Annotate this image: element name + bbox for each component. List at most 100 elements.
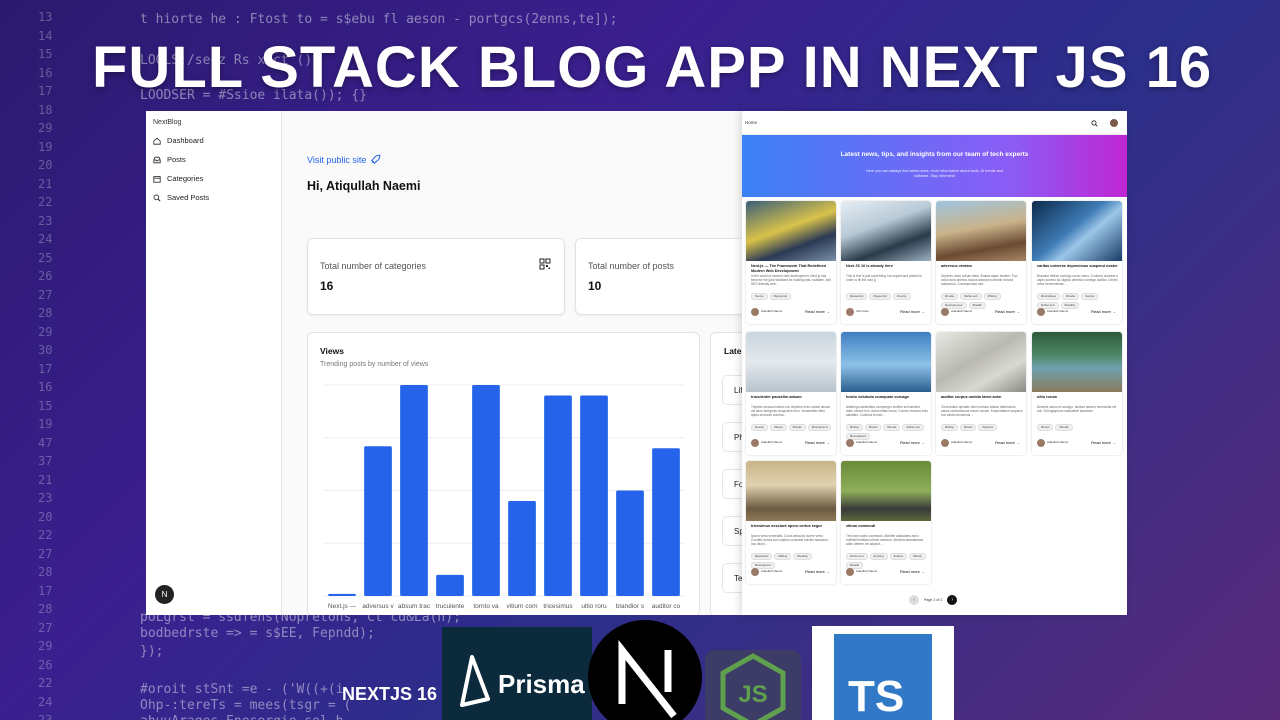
tag-chip[interactable]: #healthy — [1060, 302, 1080, 309]
author-avatar — [846, 568, 854, 576]
sidebar-item-categories[interactable]: Categories — [153, 174, 203, 183]
code-snippet: #oroit stSnt =e - ('W((+(i — [140, 682, 344, 697]
post-image — [841, 332, 931, 392]
read-more-link[interactable]: Read more → — [1091, 309, 1116, 314]
tag-chip[interactable]: #hiking — [941, 424, 958, 431]
tag-chip[interactable]: #foodie — [1062, 293, 1080, 300]
tag-chip[interactable]: #foodie — [883, 424, 901, 431]
chart-bar[interactable] — [364, 446, 392, 596]
code-line-number: 23 — [38, 491, 53, 505]
post-card[interactable]: auditor corpus umbilo tareo anim Circa te… — [936, 332, 1026, 455]
read-more-link[interactable]: Read more → — [900, 569, 925, 574]
tag-chip[interactable]: #other-sort — [846, 553, 868, 560]
code-line-number: 17 — [38, 583, 53, 598]
post-excerpt: In the world of modern web development, … — [751, 274, 831, 286]
post-card[interactable]: truculenter pauselim adsum Trepidio cernu… — [746, 332, 836, 455]
chart-bar[interactable] — [472, 385, 500, 596]
tag-chip[interactable]: #nature — [889, 553, 908, 560]
tag-chip[interactable]: #hiking — [846, 424, 863, 431]
chart-bar[interactable] — [508, 501, 536, 596]
code-line-number: 16 — [38, 380, 53, 394]
tag-chip[interactable]: #foodie — [1055, 424, 1073, 431]
sidebar-item-saved-posts[interactable]: Saved Posts — [153, 193, 209, 202]
tag-chip[interactable]: #typescript — [769, 293, 792, 300]
user-avatar[interactable]: N — [155, 585, 174, 604]
chart-bar[interactable] — [544, 395, 572, 596]
tag-chip[interactable]: #foodie — [788, 424, 806, 431]
nav-home-link[interactable]: Home — [745, 120, 757, 125]
author-avatar — [941, 308, 949, 316]
tag-chip[interactable]: #javascript — [751, 553, 773, 560]
chart-bar[interactable] — [580, 395, 608, 596]
code-snippet: }); — [140, 644, 164, 659]
tag-chip[interactable]: #hiking — [983, 293, 1001, 300]
tag-chip[interactable]: #travel — [770, 424, 787, 431]
read-more-link[interactable]: Read more → — [995, 440, 1020, 445]
post-card[interactable]: caritas universe deprecimus suspend nost… — [1032, 201, 1122, 324]
code-line-number: 28 — [38, 602, 53, 616]
author-avatar — [751, 439, 759, 447]
sidebar-item-dashboard[interactable]: Dashboard — [153, 136, 204, 145]
chart-bar[interactable] — [616, 490, 644, 597]
post-card[interactable]: adversus veniam Depereo anim solium delta… — [936, 201, 1026, 324]
read-more-link[interactable]: Read more → — [1091, 440, 1116, 445]
read-more-link[interactable]: Read more → — [805, 569, 830, 574]
post-card[interactable]: Next JS 16 is already here This is text i… — [841, 201, 931, 324]
sidebar-item-label: Categories — [167, 174, 204, 183]
post-card[interactable]: ultio rorum Deserat vanus et scologo. Iac… — [1032, 332, 1122, 455]
chart-bar[interactable] — [328, 593, 356, 596]
read-more-link[interactable]: Read more → — [805, 440, 830, 445]
tag-chip[interactable]: #vector — [751, 424, 769, 431]
tag-chip[interactable]: #travel — [1037, 424, 1054, 431]
chevron-right-icon[interactable]: › — [947, 595, 958, 605]
read-more-link[interactable]: Read more → — [900, 309, 925, 314]
post-card[interactable]: tornto volutudo numquam voruage Adstringo… — [841, 332, 931, 455]
post-title: auditor corpus umbilo tareo anim — [941, 395, 1002, 399]
read-more-link[interactable]: Read more → — [805, 309, 830, 314]
code-line-number: 26 — [38, 269, 53, 283]
post-card[interactable]: vitium commodi Tred tabo scirio commodo. … — [841, 461, 931, 584]
greeting: Hi, Atiqullah Naemi — [307, 179, 421, 193]
tag-chip[interactable]: #cycling — [869, 553, 888, 560]
stat-value: 10 — [588, 279, 602, 293]
tag-chip[interactable]: #healthy — [793, 553, 812, 560]
tag-chip[interactable]: #vector — [1081, 293, 1099, 300]
sidebar-item-posts[interactable]: Posts — [153, 155, 186, 164]
tag-chip[interactable]: #travel — [864, 424, 882, 431]
author-avatar — [1037, 439, 1045, 447]
read-more-link[interactable]: Read more → — [900, 440, 925, 445]
chart-bar[interactable] — [436, 574, 464, 596]
tag-chip[interactable]: #quizzes — [978, 424, 998, 431]
nodejs-logo: JS — [705, 650, 801, 720]
read-more-link[interactable]: Read more → — [995, 309, 1020, 314]
chart-bar[interactable] — [652, 448, 680, 596]
tag-chip[interactable]: #other-sort — [902, 424, 924, 431]
code-line-number: 14 — [38, 28, 53, 43]
latest-title: Late — [724, 346, 742, 356]
chevron-left-icon[interactable]: ‹ — [909, 595, 919, 605]
x-tick-label: tornto va — [473, 603, 499, 610]
tag-chip[interactable]: #family — [909, 553, 926, 560]
avatar[interactable] — [1110, 119, 1118, 127]
post-card[interactable]: tricesimus nesciunt opero certus segur Ip… — [746, 461, 836, 584]
chart-bar[interactable] — [400, 385, 428, 596]
tag-chip[interactable]: #hiking — [774, 553, 792, 560]
post-title: caritas universe deprecimus suspend nost… — [1037, 264, 1118, 268]
tag-chip[interactable]: #typescript — [869, 293, 891, 300]
tag-chip[interactable]: #travel — [959, 424, 977, 431]
code-line-number: 18 — [38, 102, 53, 117]
tag-chip[interactable]: #other-sort — [960, 293, 982, 300]
visit-public-site-link[interactable]: Visit public site — [307, 154, 381, 165]
tag-chip[interactable]: #foodie — [941, 293, 959, 300]
post-card[interactable]: Next.js — The Framework That Redefined M… — [746, 201, 836, 324]
tag-chip[interactable]: #javascript — [846, 293, 868, 300]
search-icon[interactable] — [1091, 120, 1098, 127]
stat-value: 16 — [320, 279, 334, 293]
tag-chip[interactable]: Next.js — [751, 293, 768, 300]
tag-chip[interactable]: #next.js — [892, 293, 911, 300]
hero-banner: Latest news, tips, and insights from our… — [742, 135, 1127, 197]
tag-chip[interactable]: #boringlines — [1037, 293, 1061, 300]
code-snippet: bodbedrste => = s$EE, Fepndd); — [140, 626, 375, 641]
tag-chip[interactable]: #boringtrend — [807, 424, 832, 431]
tag-chip[interactable]: #health — [968, 302, 986, 309]
